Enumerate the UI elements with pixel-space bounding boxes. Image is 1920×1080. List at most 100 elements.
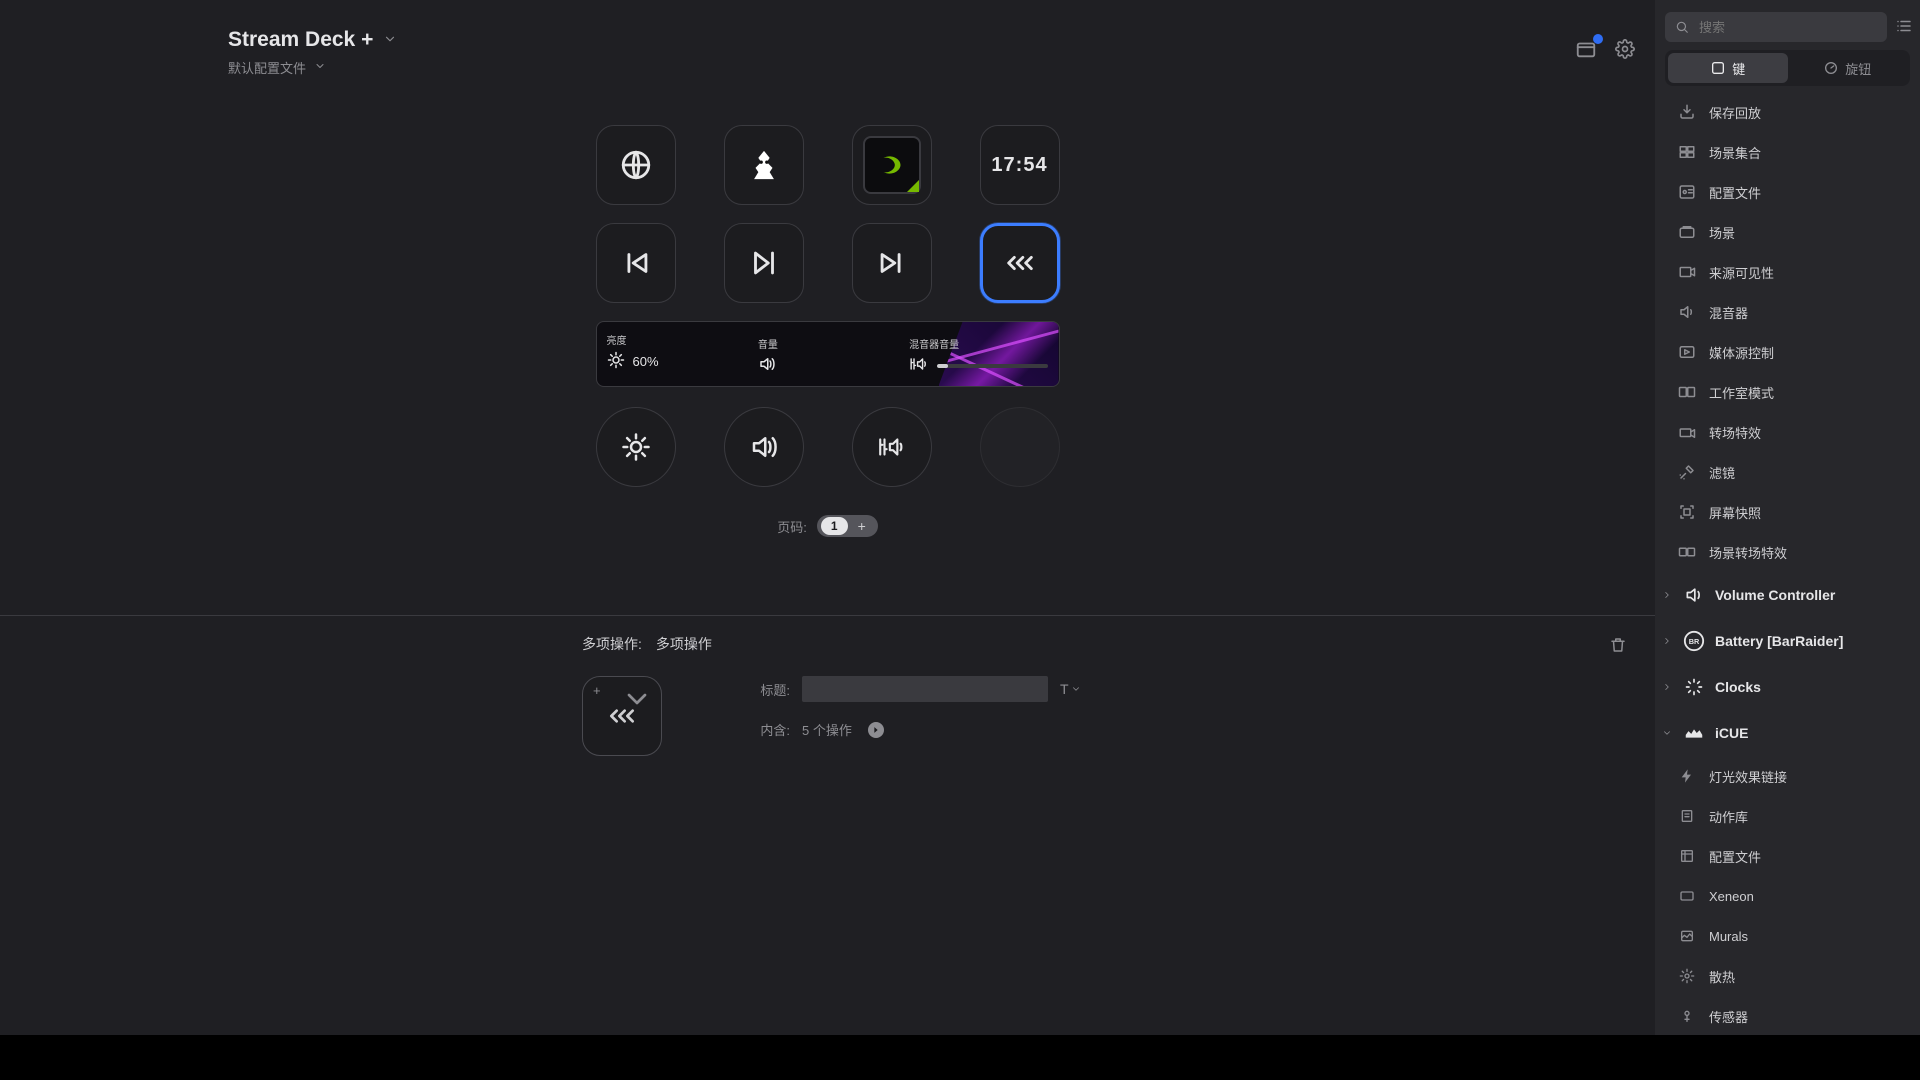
title-input[interactable] bbox=[802, 676, 1048, 702]
sidebar-item[interactable]: 滤镜 bbox=[1655, 452, 1920, 492]
sidebar-item[interactable]: 混音器 bbox=[1655, 292, 1920, 332]
dial-brightness[interactable] bbox=[596, 407, 676, 487]
key-globe[interactable] bbox=[596, 125, 676, 205]
settings-icon[interactable] bbox=[1615, 39, 1635, 62]
sidebar-item-label: 来源可见性 bbox=[1709, 263, 1774, 282]
sidebar-subitem[interactable]: 灯光效果链接 bbox=[1655, 756, 1920, 796]
sidebar-subitem[interactable]: 散热 bbox=[1655, 956, 1920, 996]
key-multi-action[interactable] bbox=[980, 223, 1060, 303]
touch-bar[interactable]: 亮度 60% 音量 bbox=[596, 321, 1060, 387]
delete-action-icon[interactable] bbox=[1609, 636, 1627, 657]
subitem-icon bbox=[1677, 1008, 1697, 1024]
sidebar-tabs: 键 旋钮 bbox=[1665, 50, 1910, 86]
sidebar-subitem[interactable]: 传感器 bbox=[1655, 996, 1920, 1036]
tb-volume-label: 音量 bbox=[758, 336, 897, 351]
tab-keys[interactable]: 键 bbox=[1668, 53, 1788, 83]
key-foobar[interactable] bbox=[724, 125, 804, 205]
clock-text: 17:54 bbox=[991, 154, 1047, 177]
sidebar-item[interactable]: 场景转场特效 bbox=[1655, 532, 1920, 572]
profile-dropdown-icon[interactable] bbox=[314, 60, 326, 75]
sidebar-item-icon bbox=[1677, 143, 1697, 161]
sidebar-item-label: 场景 bbox=[1709, 223, 1735, 242]
actions-sidebar: 键 旋钮 保存回放场景集合配置文件场景来源可见性混音器媒体源控制工作室模式转场特… bbox=[1655, 0, 1920, 1080]
key-next-track[interactable] bbox=[852, 223, 932, 303]
open-multi-action-icon[interactable] bbox=[868, 722, 884, 738]
sidebar-category[interactable]: BR Battery [BarRaider] bbox=[1655, 618, 1920, 664]
key-prev-track[interactable] bbox=[596, 223, 676, 303]
sidebar-item-label: 工作室模式 bbox=[1709, 383, 1774, 402]
sidebar-search[interactable] bbox=[1665, 12, 1887, 42]
store-icon[interactable] bbox=[1575, 38, 1597, 63]
subitem-label: 灯光效果链接 bbox=[1709, 767, 1787, 786]
sidebar-item[interactable]: 工作室模式 bbox=[1655, 372, 1920, 412]
sidebar-item-icon bbox=[1677, 463, 1697, 481]
sidebar-item-icon bbox=[1677, 303, 1697, 321]
contains-label: 内含: bbox=[752, 720, 790, 739]
sidebar-item[interactable]: 场景集合 bbox=[1655, 132, 1920, 172]
sidebar-category[interactable]: Clocks bbox=[1655, 664, 1920, 710]
dial-mixer[interactable] bbox=[852, 407, 932, 487]
key-nvidia[interactable] bbox=[852, 125, 932, 205]
device-dropdown-icon[interactable] bbox=[383, 32, 397, 49]
sidebar-item[interactable]: 转场特效 bbox=[1655, 412, 1920, 452]
key-canvas: 17:54 亮度 bbox=[0, 95, 1655, 615]
sidebar-category[interactable]: Volume Controller bbox=[1655, 572, 1920, 618]
sidebar-subitem[interactable]: 配置文件 bbox=[1655, 836, 1920, 876]
tab-dials[interactable]: 旋钮 bbox=[1788, 53, 1908, 83]
category-label: Battery [BarRaider] bbox=[1715, 633, 1843, 649]
tb-mixer-track[interactable] bbox=[937, 364, 1048, 368]
search-input[interactable] bbox=[1697, 19, 1877, 36]
sidebar-item-icon bbox=[1677, 343, 1697, 361]
sidebar-item[interactable]: 保存回放 bbox=[1655, 92, 1920, 132]
pager: 页码: 1 + bbox=[596, 515, 1060, 537]
profile-name: 默认配置文件 bbox=[228, 58, 306, 77]
sidebar-item-label: 保存回放 bbox=[1709, 103, 1761, 122]
sidebar-subitem[interactable]: Murals bbox=[1655, 916, 1920, 956]
subitem-label: Xeneon bbox=[1709, 889, 1754, 904]
sidebar-item[interactable]: 屏幕快照 bbox=[1655, 492, 1920, 532]
sidebar-item-label: 场景集合 bbox=[1709, 143, 1761, 162]
subitem-label: 传感器 bbox=[1709, 1007, 1748, 1026]
chevron-icon bbox=[1661, 636, 1673, 646]
sidebar-item-icon bbox=[1677, 103, 1697, 121]
sidebar-item-label: 配置文件 bbox=[1709, 183, 1761, 202]
thumb-menu-icon[interactable] bbox=[621, 683, 653, 718]
sidebar-item-icon bbox=[1677, 223, 1697, 241]
sidebar-item-label: 场景转场特效 bbox=[1709, 543, 1787, 562]
mixer-volume-icon bbox=[909, 355, 929, 376]
contains-value: 5 个操作 bbox=[802, 720, 852, 739]
category-icon: BR bbox=[1683, 630, 1705, 652]
key-clock[interactable]: 17:54 bbox=[980, 125, 1060, 205]
sidebar-item[interactable]: 来源可见性 bbox=[1655, 252, 1920, 292]
sidebar-item[interactable]: 媒体源控制 bbox=[1655, 332, 1920, 372]
sidebar-item[interactable]: 配置文件 bbox=[1655, 172, 1920, 212]
properties-panel: 多项操作: 多项操作 + 标题: T bbox=[0, 616, 1655, 1080]
tab-dials-label: 旋钮 bbox=[1845, 59, 1871, 78]
sidebar-item-label: 转场特效 bbox=[1709, 423, 1761, 442]
key-play-pause[interactable] bbox=[724, 223, 804, 303]
action-thumbnail[interactable]: + bbox=[582, 676, 662, 756]
action-type-label: 多项操作: bbox=[582, 634, 642, 654]
sidebar-item[interactable]: 场景 bbox=[1655, 212, 1920, 252]
pager-label: 页码: bbox=[777, 517, 807, 536]
pager-add-button[interactable]: + bbox=[850, 517, 874, 535]
sidebar-category[interactable]: iCUE bbox=[1655, 710, 1920, 756]
subitem-label: 散热 bbox=[1709, 967, 1735, 986]
sidebar-item-label: 屏幕快照 bbox=[1709, 503, 1761, 522]
tb-brightness-label: 亮度 bbox=[607, 332, 746, 347]
sidebar-listview-icon[interactable] bbox=[1895, 17, 1913, 38]
title-style-button[interactable]: T bbox=[1060, 681, 1081, 697]
subitem-icon bbox=[1677, 848, 1697, 864]
sidebar-subitem[interactable]: 动作库 bbox=[1655, 796, 1920, 836]
dial-empty[interactable] bbox=[980, 407, 1060, 487]
dial-volume[interactable] bbox=[724, 407, 804, 487]
subitem-icon bbox=[1677, 888, 1697, 904]
thumb-add-icon[interactable]: + bbox=[593, 683, 601, 698]
pager-current[interactable]: 1 bbox=[821, 517, 848, 535]
device-title: Stream Deck + bbox=[228, 28, 373, 52]
letterbox-bottom bbox=[0, 1035, 1920, 1080]
sidebar-item-icon bbox=[1677, 423, 1697, 441]
category-icon bbox=[1683, 676, 1705, 698]
sidebar-subitem[interactable]: Xeneon bbox=[1655, 876, 1920, 916]
sidebar-item-label: 滤镜 bbox=[1709, 463, 1735, 482]
